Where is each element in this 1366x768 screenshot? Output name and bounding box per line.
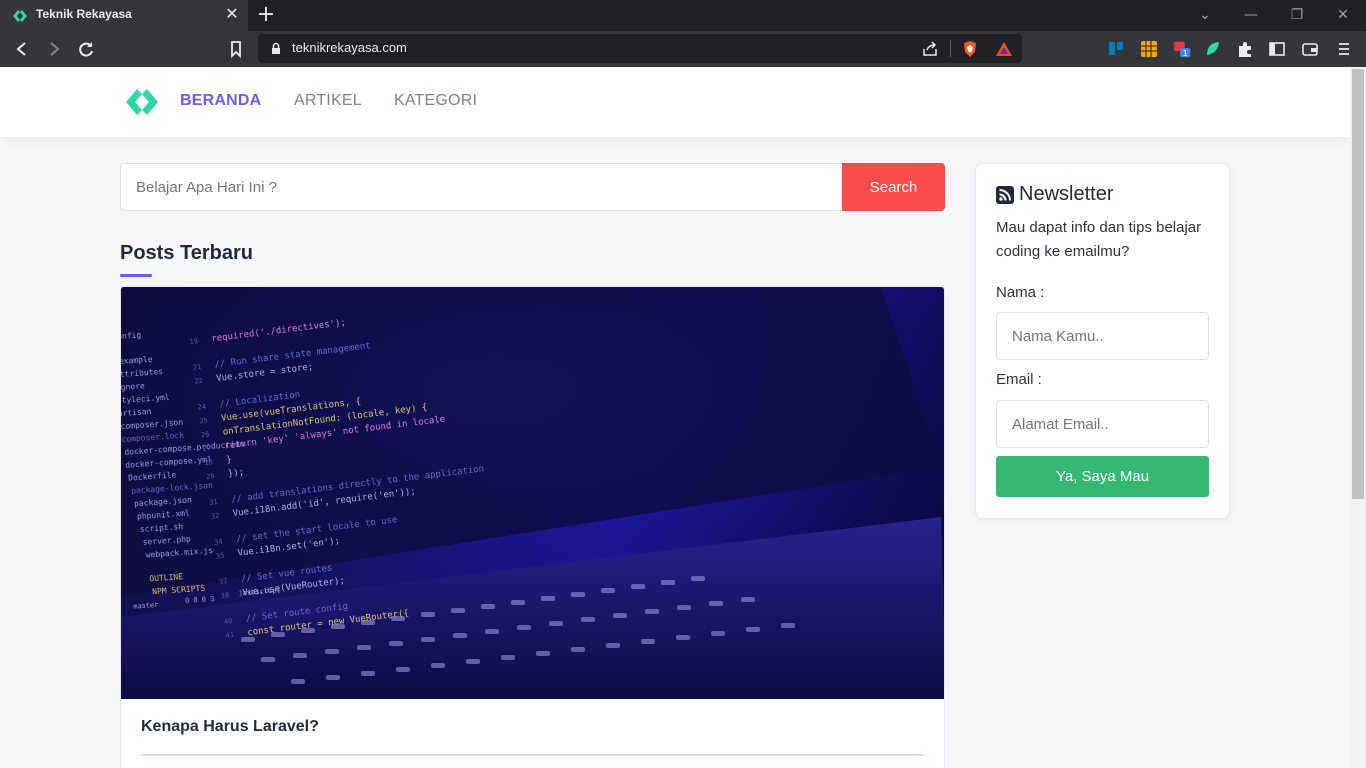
name-label: Nama : (996, 284, 1045, 301)
site-logo[interactable] (124, 87, 160, 117)
email-input[interactable] (996, 400, 1209, 448)
minimize-button[interactable]: — (1239, 4, 1263, 26)
search-button[interactable]: Search (842, 163, 945, 211)
subscribe-button[interactable]: Ya, Saya Mau (996, 456, 1209, 497)
post-card[interactable]: config .example attributes ignore stylec… (120, 286, 945, 768)
post-divider (141, 754, 924, 756)
page-scrollbar[interactable] (1350, 67, 1366, 768)
badge-extension-icon[interactable]: 1 (1172, 39, 1192, 59)
name-input[interactable] (996, 312, 1209, 360)
share-icon[interactable] (920, 39, 940, 59)
menu-icon[interactable] (1334, 39, 1354, 59)
close-window-button[interactable]: ✕ (1331, 4, 1355, 26)
new-tab-button[interactable]: + (256, 2, 276, 28)
nav-link-artikel[interactable]: ARTIKEL (294, 92, 362, 110)
section-title: Posts Terbaru (120, 242, 253, 264)
restore-button[interactable]: ❐ (1285, 4, 1309, 26)
nav-link-beranda[interactable]: BERANDA (180, 92, 261, 110)
address-bar[interactable]: teknikrekayasa.com (258, 34, 1022, 63)
grid-extension-icon[interactable] (1139, 39, 1159, 59)
scrollbar-thumb[interactable] (1352, 69, 1364, 499)
leaf-extension-icon[interactable] (1203, 39, 1223, 59)
web-page: BERANDA ARTIKEL KATEGORI Search Posts Te… (0, 67, 1350, 768)
close-tab-icon[interactable]: ✕ (224, 5, 240, 23)
browser-tabstrip: Teknik Rekayasa ✕ + ⌄ — ❐ ✕ (0, 0, 1366, 31)
trello-extension-icon[interactable] (1107, 39, 1127, 59)
rss-icon (996, 186, 1014, 204)
sidebar-toggle-icon[interactable] (1267, 39, 1287, 59)
url-text: teknikrekayasa.com (292, 40, 407, 55)
nav-link-kategori[interactable]: KATEGORI (394, 92, 477, 110)
bookmark-icon[interactable] (225, 38, 247, 60)
tab-title: Teknik Rekayasa (36, 7, 132, 21)
newsletter-title: Newsletter (1019, 183, 1114, 205)
wallet-icon[interactable] (1300, 39, 1320, 59)
laptop-code-illustration: config .example attributes ignore stylec… (121, 287, 944, 699)
section-underline (120, 274, 152, 277)
browser-toolbar: teknikrekayasa.com 1 (0, 31, 1366, 67)
reload-icon[interactable] (75, 38, 97, 60)
back-icon[interactable] (11, 38, 33, 60)
site-favicon (13, 10, 27, 22)
search-form: Search (120, 163, 945, 211)
omnibox-divider (950, 40, 951, 57)
forward-icon[interactable] (43, 38, 65, 60)
newsletter-description: Mau dapat info dan tips belajar coding k… (996, 219, 1202, 260)
brave-shields-icon[interactable] (960, 39, 980, 59)
site-navbar: BERANDA ARTIKEL KATEGORI (0, 67, 1350, 137)
tab-search-icon[interactable]: ⌄ (1193, 4, 1217, 26)
search-input[interactable] (120, 163, 843, 211)
extensions-puzzle-icon[interactable] (1235, 39, 1255, 59)
browser-tab[interactable]: Teknik Rekayasa ✕ (0, 0, 248, 31)
brave-rewards-icon[interactable] (994, 39, 1014, 59)
svg-text:1: 1 (1183, 48, 1188, 58)
post-thumbnail[interactable]: config .example attributes ignore stylec… (121, 287, 944, 699)
lock-icon (272, 42, 280, 54)
newsletter-card: Newsletter Mau dapat info dan tips belaj… (975, 163, 1230, 519)
post-title[interactable]: Kenapa Harus Laravel? (141, 718, 319, 736)
email-label: Email : (996, 371, 1042, 388)
